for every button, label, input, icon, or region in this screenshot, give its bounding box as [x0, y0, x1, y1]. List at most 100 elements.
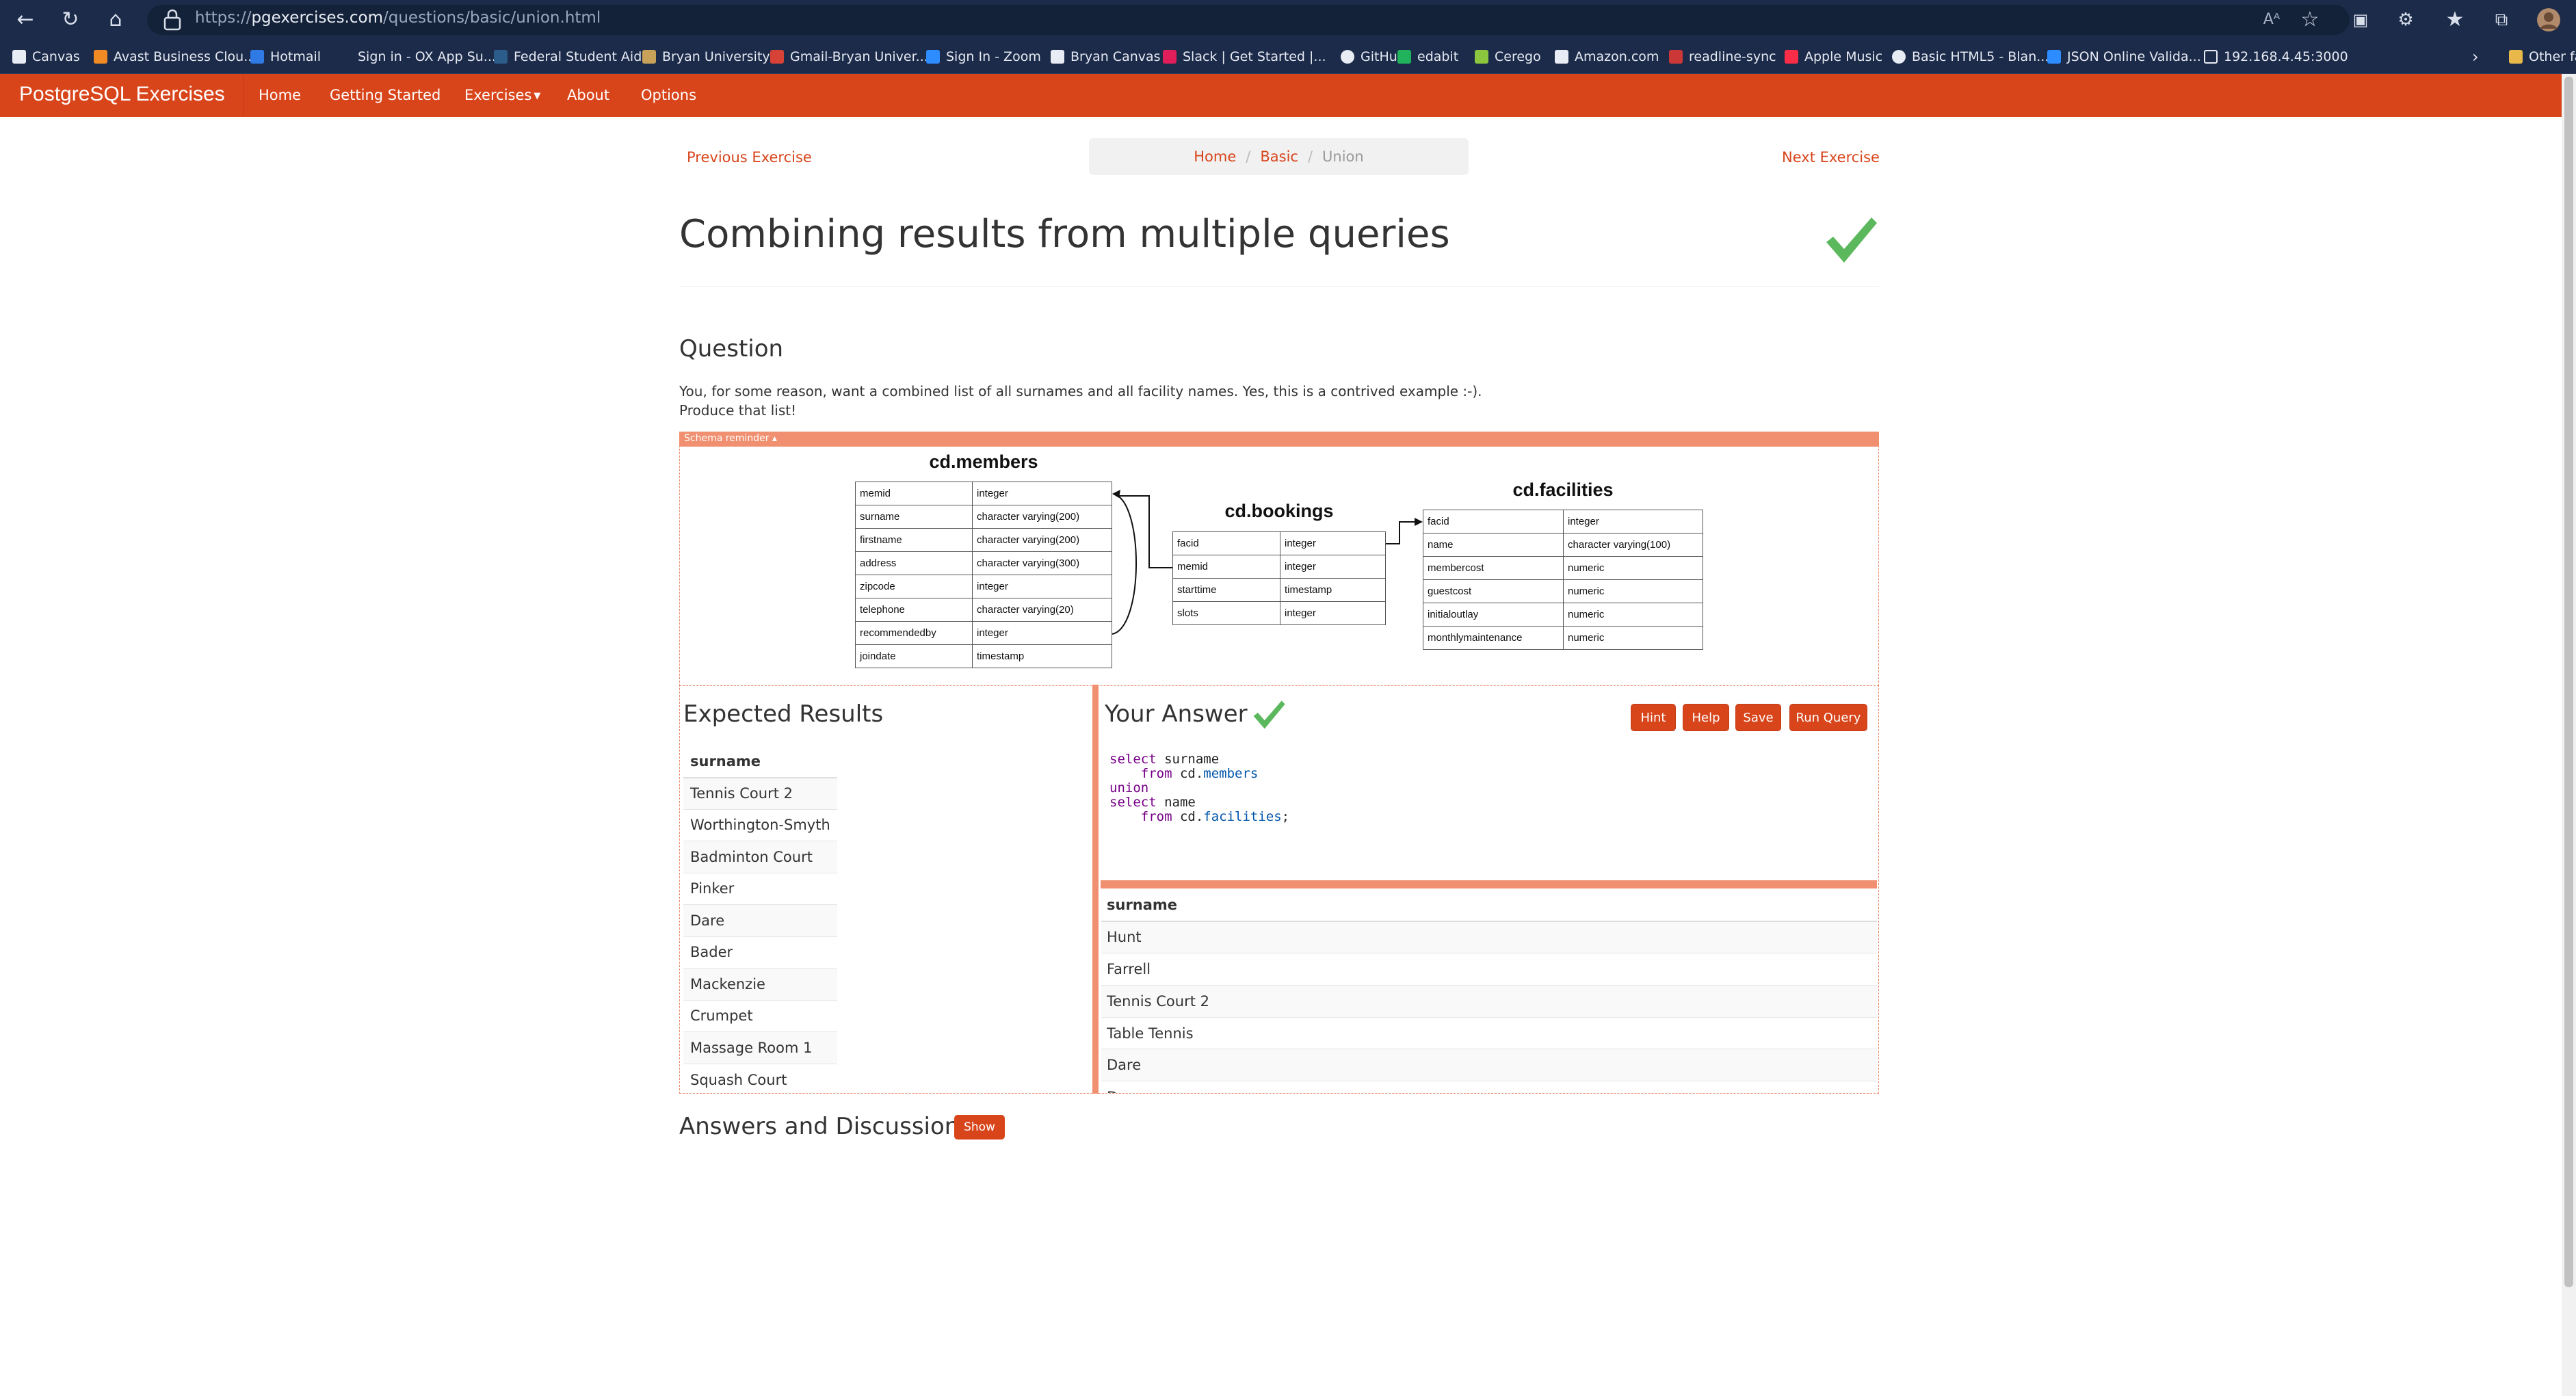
schema-reminder-label[interactable]: Schema reminder ▴ — [684, 433, 777, 444]
table-row: Crumpet — [683, 999, 837, 1032]
breadcrumb-basic[interactable]: Basic — [1260, 148, 1298, 165]
table-row: Dare — [683, 904, 837, 936]
bookmark-item[interactable]: Sign in - OX App Su... — [338, 45, 496, 68]
bookmark-item[interactable]: Slack | Get Started |... — [1163, 45, 1326, 68]
code-identifier: facilities — [1203, 809, 1282, 824]
nav-options[interactable]: Options — [641, 87, 696, 103]
reload-icon[interactable]: ↻ — [56, 5, 85, 34]
bookmark-item[interactable]: Bryan Canvas — [1051, 45, 1161, 68]
table-row: Squash Court — [683, 1063, 837, 1096]
table-cell: Hunt — [1101, 921, 1877, 953]
favorites-icon[interactable]: ★ — [2441, 5, 2469, 34]
bookmark-item[interactable]: Hotmail — [250, 45, 321, 68]
breadcrumb-home[interactable]: Home — [1194, 148, 1236, 165]
schema-row: address character varying(300) — [855, 551, 1112, 575]
bookmark-item[interactable]: Avast Business Clou... — [94, 45, 256, 68]
bookmark-item[interactable]: Cerego — [1475, 45, 1541, 68]
schema-reminder-toggle[interactable] — [679, 432, 1879, 447]
lock-icon[interactable] — [162, 8, 183, 31]
bookmark-item[interactable]: Amazon.com — [1555, 45, 1659, 68]
scrollbar-thumb[interactable] — [2564, 77, 2573, 1287]
column-name: initialoutlay — [1423, 603, 1564, 627]
table-row: Farrell — [1101, 953, 1877, 986]
bookmark-item[interactable]: Apple Music — [1785, 45, 1882, 68]
column-name: membercost — [1423, 556, 1564, 580]
column-name: starttime — [1172, 578, 1280, 602]
code-line: select name — [1109, 795, 1196, 810]
bookmark-icon — [770, 50, 784, 64]
bookmark-item[interactable]: Canvas — [12, 45, 80, 68]
breadcrumb-separator: / — [1246, 148, 1251, 165]
column-name: memid — [1172, 555, 1280, 579]
bookmark-item[interactable]: readline-sync — [1669, 45, 1776, 68]
table-row: Hunt — [1101, 921, 1877, 953]
url-text[interactable]: https://pgexercises.com/questions/basic/… — [195, 9, 601, 27]
column-type: integer — [972, 575, 1112, 598]
bookmark-icon — [94, 50, 107, 64]
run-query-button[interactable]: Run Query — [1789, 704, 1867, 731]
schema-row: telephone character varying(20) — [855, 598, 1112, 622]
nav-exercises[interactable]: Exercises ▼ — [464, 87, 540, 103]
previous-exercise-link[interactable]: Previous Exercise — [687, 149, 812, 166]
schema-row: initialoutlay numeric — [1423, 603, 1703, 627]
nav-home[interactable]: Home — [259, 87, 301, 103]
panel-resize-handle[interactable] — [1092, 685, 1099, 1094]
show-discussion-button[interactable]: Show — [954, 1115, 1005, 1140]
favorite-add-icon[interactable]: ☆ — [2296, 5, 2324, 34]
bookmark-item[interactable]: GitHub — [1341, 45, 1406, 68]
column-type: timestamp — [972, 644, 1112, 668]
extension-icon[interactable]: ▣ — [2346, 5, 2375, 34]
back-icon[interactable]: ← — [11, 5, 40, 34]
editor-resize-handle[interactable] — [1101, 880, 1877, 888]
column-type: integer — [1563, 510, 1703, 534]
code-text: surname — [1156, 752, 1220, 767]
bookmark-item[interactable]: JSON Online Valida... — [2047, 45, 2201, 68]
help-button[interactable]: Help — [1683, 704, 1729, 731]
hint-button[interactable]: Hint — [1631, 704, 1676, 731]
members-table: memid integer surname character varying(20… — [855, 482, 1112, 668]
schema-row: surname character varying(200) — [855, 505, 1112, 529]
nav-about[interactable]: About — [567, 87, 609, 103]
browser-toolbar: ← ↻ ⌂ https://pgexercises.com/questions/… — [0, 0, 2576, 40]
bookmark-item[interactable]: Gmail-Bryan Univer... — [770, 45, 928, 68]
table-cell: Farrell — [1101, 953, 1877, 986]
other-favorites[interactable]: Other fa — [2509, 45, 2576, 68]
table-cell: Dare — [1101, 1081, 1877, 1093]
table-cell: Squash Court — [683, 1063, 837, 1096]
bookmark-item[interactable]: Basic HTML5 - Blan... — [1892, 45, 2049, 68]
bookmark-item[interactable]: 192.168.4.45:3000 — [2204, 45, 2348, 68]
home-icon[interactable]: ⌂ — [101, 5, 130, 34]
bookmark-item[interactable]: Sign In - Zoom — [926, 45, 1041, 68]
nav-getting-started[interactable]: Getting Started — [330, 87, 441, 103]
column-name: firstname — [855, 528, 973, 552]
table-row: Tennis Court 2 — [1101, 984, 1877, 1018]
brand-link[interactable]: PostgreSQL Exercises — [19, 83, 225, 106]
profile-avatar[interactable] — [2536, 8, 2561, 32]
schema-row: monthlymaintenance numeric — [1423, 626, 1703, 650]
amazon-icon — [1555, 50, 1568, 64]
code-line: from cd.facilities; — [1109, 809, 1289, 824]
bookmark-icon — [1163, 50, 1177, 64]
bookmark-item[interactable]: Federal Student Aid — [494, 45, 642, 68]
column-type: numeric — [1563, 556, 1703, 580]
apple-music-icon — [1785, 50, 1798, 64]
column-type: numeric — [1563, 579, 1703, 603]
table-row: Bader — [683, 936, 837, 969]
table-row: Tennis Court 2 — [683, 777, 837, 809]
bookmarks-bar: Canvas Avast Business Clou... Hotmail Si… — [0, 40, 2576, 74]
query-results-scroll[interactable]: surname Hunt Farrell Tennis Court 2 Tabl… — [1101, 889, 1877, 1093]
bookmarks-overflow-icon[interactable]: › — [2472, 45, 2479, 68]
extensions-icon[interactable]: ⚙ — [2391, 5, 2420, 34]
npm-icon — [1669, 50, 1683, 64]
next-exercise-link[interactable]: Next Exercise — [1782, 149, 1880, 166]
read-aloud-icon[interactable]: Aᴬ — [2257, 5, 2286, 34]
collections-icon[interactable]: ⧉ — [2487, 5, 2516, 34]
bookmark-item[interactable]: edabit — [1397, 45, 1458, 68]
code-keyword: union — [1109, 780, 1149, 795]
save-button[interactable]: Save — [1735, 704, 1781, 731]
bookmark-item[interactable]: Bryan University — [642, 45, 770, 68]
schema-row: starttime timestamp — [1172, 578, 1386, 602]
column-type: character varying(200) — [972, 528, 1112, 552]
column-name: guestcost — [1423, 579, 1564, 603]
sql-editor[interactable]: select surname from cd.members union sel… — [1103, 747, 1875, 880]
